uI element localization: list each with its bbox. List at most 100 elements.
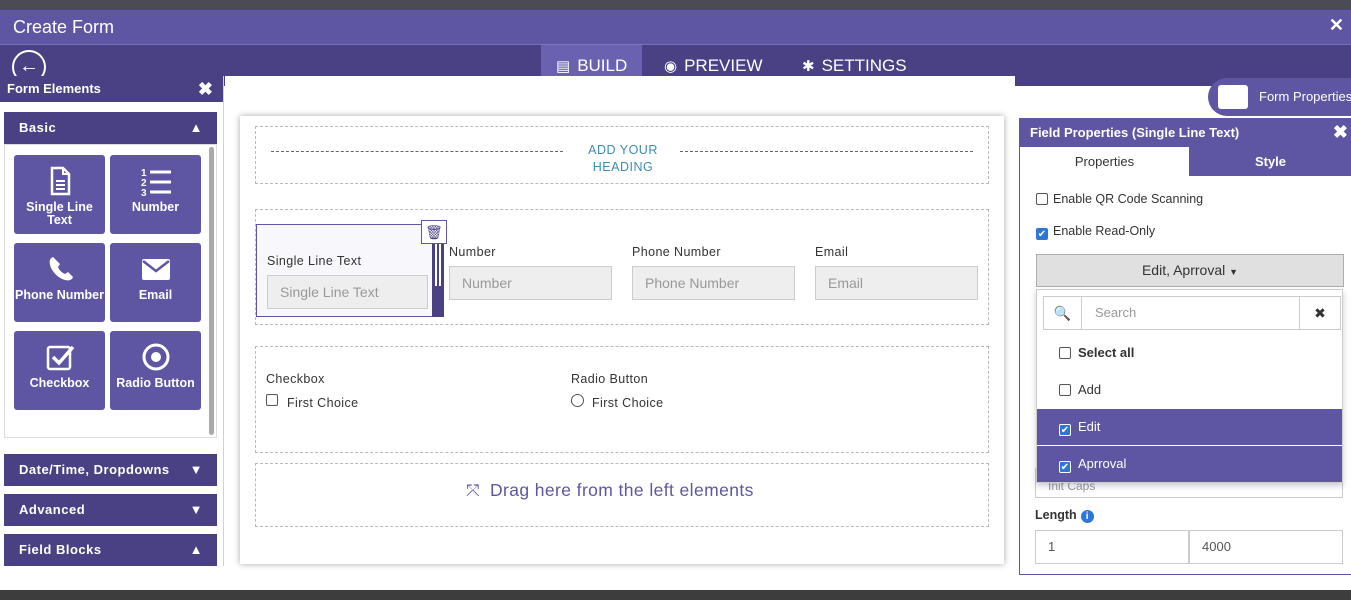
form-elements-sidebar: Form Elements ✖ Basic ▲ Single Line Text… (0, 76, 224, 566)
field-label: Single Line Text (267, 254, 362, 268)
multiselect-search-input[interactable]: Search (1083, 297, 1301, 329)
checkbox-icon (46, 345, 74, 371)
tile-number[interactable]: 123 Number (110, 155, 201, 234)
enable-readonly-label: Enable Read-Only (1053, 224, 1156, 238)
field-label: Radio Button (571, 372, 649, 386)
section-datetime-label: Date/Time, Dropdowns (19, 462, 170, 477)
tile-email[interactable]: Email (110, 243, 201, 322)
single-line-text-input[interactable]: Single Line Text (267, 275, 428, 309)
tab-style[interactable]: Style (1189, 147, 1351, 176)
close-icon[interactable]: ✖ (198, 76, 213, 102)
option-label: Aprroval (1078, 456, 1127, 471)
divider (680, 151, 973, 152)
panel-scrollbar[interactable] (209, 147, 214, 435)
form-properties-button[interactable]: Form Properties (1208, 78, 1351, 116)
section-advanced-label: Advanced (19, 502, 86, 517)
choice-label: First Choice (592, 396, 664, 410)
enable-qr-row[interactable]: Enable QR Code Scanning (1036, 192, 1203, 206)
tile-radio-button[interactable]: Radio Button (110, 331, 201, 410)
first-choice-checkbox[interactable] (266, 394, 278, 406)
divider (271, 151, 563, 152)
option-select-all[interactable]: Select all (1037, 335, 1342, 371)
svg-text:3: 3 (141, 188, 147, 197)
option-label: Select all (1078, 345, 1135, 360)
drag-hint-text: Drag here from the left elements (490, 480, 754, 500)
envelope-icon (141, 259, 170, 280)
length-label: Length i (1035, 508, 1094, 523)
tile-phone-number[interactable]: Phone Number (14, 243, 105, 322)
info-icon[interactable]: i (1080, 510, 1094, 523)
trash-icon[interactable]: 🗑 (421, 220, 447, 244)
modal-titlebar: Create Form ✕ (0, 10, 1351, 44)
multiselect-value: Edit, Aprroval (1141, 262, 1226, 278)
expand-arrows-icon: ⤧ (466, 481, 480, 500)
tab-settings-label: SETTINGS (821, 56, 907, 75)
enable-qr-checkbox[interactable] (1036, 193, 1048, 205)
tile-label: Radio Button (116, 376, 195, 390)
tile-checkbox[interactable]: Checkbox (14, 331, 105, 410)
document-icon (50, 166, 70, 196)
field-properties-panel: Field Properties (Single Line Text) ✖ Pr… (1019, 118, 1351, 575)
chevron-up-icon: ▲ (189, 120, 203, 135)
tile-label: Number (131, 200, 180, 214)
email-input[interactable]: Email (815, 266, 978, 300)
length-max-input[interactable]: 4000 (1189, 530, 1343, 564)
section-basic[interactable]: Basic ▲ (4, 112, 217, 144)
phone-icon (49, 257, 73, 281)
chevron-down-icon: ▼ (189, 462, 203, 477)
choice-label: First Choice (287, 396, 359, 410)
tile-label: Checkbox (29, 376, 90, 390)
form-properties-label: Form Properties (1259, 89, 1351, 104)
sidebar-header: Form Elements ✖ (0, 76, 223, 102)
chevron-up-icon: ▲ (189, 542, 203, 557)
permissions-multiselect-button[interactable]: Edit, Aprroval ▼ (1036, 254, 1344, 287)
caret-down-icon: ▼ (1229, 267, 1239, 277)
radio-icon (142, 343, 169, 371)
field-label: Checkbox (266, 372, 325, 386)
section-advanced[interactable]: Advanced ▼ (4, 494, 217, 526)
close-icon[interactable]: ✖ (1333, 118, 1348, 147)
option-edit[interactable]: ✔ Edit (1037, 409, 1342, 445)
option-approval[interactable]: ✔ Aprroval (1037, 446, 1342, 482)
field-label: Number (449, 245, 496, 259)
option-checkbox[interactable]: ✔ (1059, 461, 1071, 473)
length-min-input[interactable]: 1 (1035, 530, 1189, 564)
option-checkbox[interactable] (1059, 347, 1071, 359)
multiselect-dropdown: 🔍 Search ✖ Select all Add ✔ Edit ✔ Aprrova… (1036, 289, 1343, 483)
clear-search-icon[interactable]: ✖ (1299, 297, 1340, 329)
close-icon[interactable]: ✕ (1329, 15, 1344, 36)
field-label: Phone Number (632, 245, 721, 259)
first-choice-radio[interactable] (571, 394, 584, 407)
heading-dropzone[interactable]: ADD YOUR HEADING (255, 126, 989, 184)
enable-readonly-checkbox[interactable]: ✔ (1036, 228, 1048, 240)
form-properties-icon (1218, 85, 1248, 109)
tile-label: Phone Number (15, 288, 104, 302)
numbered-list-icon: 123 (141, 168, 171, 197)
tile-single-line-text[interactable]: Single Line Text (14, 155, 105, 234)
length-label-text: Length (1035, 508, 1077, 522)
tab-preview-label: PREVIEW (684, 56, 763, 75)
field-properties-title: Field Properties (Single Line Text) (1030, 125, 1240, 140)
phone-number-input[interactable]: Phone Number (632, 266, 795, 300)
option-label: Add (1078, 382, 1102, 397)
search-icon: 🔍 (1044, 297, 1082, 329)
background-bottom-bar (0, 590, 1351, 600)
option-label: Edit (1078, 419, 1101, 434)
sidebar-title: Form Elements (7, 81, 101, 96)
chevron-down-icon: ▼ (189, 502, 203, 517)
option-add[interactable]: Add (1037, 372, 1342, 408)
form-canvas: ADD YOUR HEADING 🗑 Single Line Text Sing… (240, 116, 1004, 564)
basic-elements-panel: Single Line Text 123 Number Phone Number… (4, 144, 217, 438)
section-field-blocks[interactable]: Field Blocks ▲ (4, 534, 217, 566)
option-checkbox[interactable] (1059, 384, 1071, 396)
tab-properties[interactable]: Properties (1020, 147, 1189, 176)
section-datetime-dropdowns[interactable]: Date/Time, Dropdowns ▼ (4, 454, 217, 486)
number-input[interactable]: Number (449, 266, 612, 300)
field-label: Email (815, 245, 849, 259)
section-basic-label: Basic (19, 120, 57, 135)
tile-label: Email (138, 288, 173, 302)
multiselect-search: 🔍 Search ✖ (1043, 296, 1341, 330)
enable-readonly-row[interactable]: ✔ Enable Read-Only (1036, 224, 1155, 240)
heading-placeholder[interactable]: ADD YOUR HEADING (586, 142, 660, 176)
option-checkbox[interactable]: ✔ (1059, 424, 1071, 436)
